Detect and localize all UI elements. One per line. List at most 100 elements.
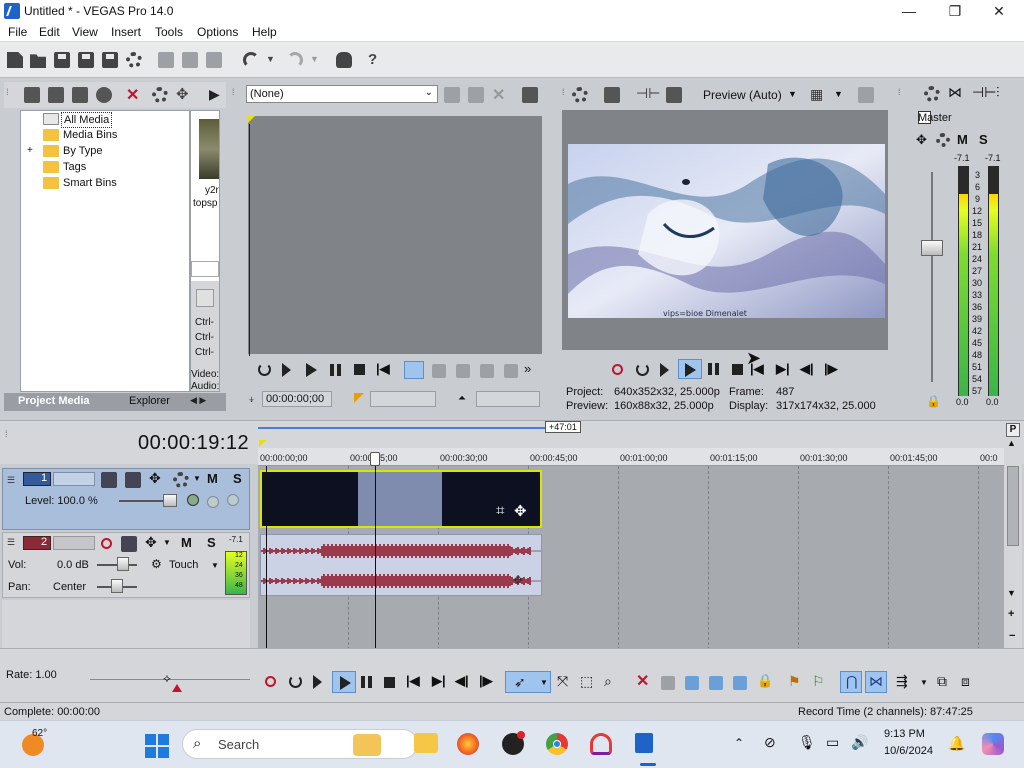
- next-frame-icon[interactable]: |▶: [824, 361, 838, 376]
- clear-trimmer-icon[interactable]: ✕: [492, 85, 508, 104]
- copy-snapshot-icon[interactable]: [858, 87, 874, 103]
- track2-solo-button[interactable]: S: [207, 535, 216, 550]
- firefox-icon[interactable]: [457, 733, 479, 755]
- event-fx-icon[interactable]: ✥: [514, 502, 527, 520]
- track-settings-gear-icon[interactable]: [173, 472, 189, 488]
- redo-icon[interactable]: [287, 52, 303, 68]
- trimmer-history-icon[interactable]: [468, 87, 484, 103]
- previous-frame-icon[interactable]: ◀|: [800, 361, 814, 376]
- show-hidden-icons-icon[interactable]: ⌃: [734, 736, 744, 750]
- menu-file[interactable]: File: [8, 25, 27, 39]
- tree-item-tags[interactable]: Tags: [61, 160, 88, 174]
- save-icon[interactable]: [54, 52, 70, 68]
- master-fader-handle[interactable]: [921, 240, 943, 256]
- expand-by-type-icon[interactable]: +: [27, 145, 33, 156]
- pause-icon[interactable]: [708, 363, 719, 375]
- undo-icon[interactable]: [243, 52, 259, 68]
- track-fx-icon[interactable]: ✥: [149, 470, 165, 486]
- downmix-icon[interactable]: ⋈: [948, 84, 964, 100]
- playhead-cursor[interactable]: [375, 452, 376, 652]
- master-settings-gear-icon[interactable]: [924, 86, 940, 102]
- track-input-icon[interactable]: [121, 536, 137, 552]
- stop-icon[interactable]: [384, 677, 395, 688]
- extract-audio-icon[interactable]: [96, 87, 112, 103]
- panel-grip-icon[interactable]: ⁞: [898, 87, 914, 103]
- track1-mute-button[interactable]: M: [207, 471, 218, 486]
- playhead-handle[interactable]: [370, 452, 380, 466]
- save-as-icon[interactable]: [78, 52, 94, 68]
- master-fx-icon[interactable]: ✥: [916, 132, 932, 148]
- play-button[interactable]: [332, 671, 356, 693]
- zoom-edit-tool-icon[interactable]: ⌕: [604, 673, 618, 689]
- fit-event-icon[interactable]: [480, 364, 494, 378]
- record-icon[interactable]: [265, 676, 276, 687]
- go-to-start-icon[interactable]: |◀: [406, 673, 420, 688]
- track-fx-icon[interactable]: ✥: [145, 534, 161, 550]
- tree-item-media-bins[interactable]: Media Bins: [61, 128, 119, 142]
- stop-icon[interactable]: [732, 364, 743, 375]
- redo-dropdown-icon[interactable]: ▼: [310, 54, 326, 70]
- overwrite-event-icon[interactable]: [456, 364, 470, 378]
- envelope-tool-icon[interactable]: ⤧: [557, 673, 571, 689]
- undo-dropdown-icon[interactable]: ▼: [266, 54, 282, 70]
- track-motion-icon[interactable]: [101, 472, 117, 488]
- tab-explorer[interactable]: Explorer: [129, 395, 170, 407]
- whats-this-help-icon[interactable]: ?: [368, 52, 384, 68]
- chevron-down-icon[interactable]: ▼: [788, 89, 797, 99]
- vol-slider-handle[interactable]: [117, 557, 129, 571]
- menu-edit[interactable]: Edit: [39, 25, 60, 39]
- chevron-down-icon[interactable]: ▼: [540, 678, 548, 687]
- zoom-out-vertical-icon[interactable]: −: [1009, 630, 1015, 642]
- track-name-field[interactable]: [53, 472, 95, 486]
- pan-slider-handle[interactable]: [111, 579, 123, 593]
- arm-record-icon[interactable]: [101, 538, 112, 549]
- loop-start-marker-icon[interactable]: [259, 440, 266, 447]
- audio-event-fx-icon[interactable]: ✥: [513, 573, 523, 587]
- media-properties-gear-icon[interactable]: [152, 87, 168, 103]
- trimmer-source-select[interactable]: (None) ⌄: [246, 85, 438, 103]
- zoom-in-vertical-icon[interactable]: +: [1008, 608, 1014, 620]
- maximize-button[interactable]: ❐: [932, 0, 978, 22]
- edit-tool-hand-icon[interactable]: [336, 52, 352, 68]
- lock-icon[interactable]: 🔒: [926, 394, 941, 408]
- menu-insert[interactable]: Insert: [111, 25, 141, 39]
- volume-icon[interactable]: 🔊: [851, 734, 868, 751]
- lock-events-icon[interactable]: ⧉: [937, 673, 951, 689]
- timeline-timecode[interactable]: 00:00:19:12: [138, 432, 249, 455]
- copy-icon[interactable]: [182, 52, 198, 68]
- pm-more-arrow-icon[interactable]: ▶: [209, 86, 225, 102]
- tab-project-media[interactable]: Project Media: [18, 395, 90, 407]
- audio-track-header[interactable]: ☰ 2 ✥ ▼ M S Vol: 0.0 dB ⚙ Touch ▼ Pan: C…: [2, 532, 250, 598]
- taskbar-search-box[interactable]: ⌕ Search: [182, 729, 418, 759]
- chevron-down-icon[interactable]: ▼: [163, 538, 171, 547]
- loop-playback-icon[interactable]: [289, 675, 302, 688]
- automation-gear-icon[interactable]: ⚙: [151, 557, 162, 571]
- go-to-start-icon[interactable]: |◀: [376, 361, 390, 376]
- in-point-icon[interactable]: [354, 393, 364, 403]
- previous-frame-icon[interactable]: ◀|: [455, 673, 469, 688]
- video-track-header[interactable]: ☰ 1 ✥ ▼ M S Level: 100.0 %: [2, 468, 250, 530]
- preview-fx-icon[interactable]: [666, 87, 682, 103]
- track-grip-icon[interactable]: ☰: [7, 537, 15, 548]
- tab-scroll-arrows-icon[interactable]: ◀ ▶: [190, 395, 206, 406]
- loop-playback-icon[interactable]: [258, 363, 271, 376]
- chevron-down-icon[interactable]: ▼: [920, 678, 928, 687]
- trim-start-icon[interactable]: [685, 676, 699, 690]
- play-from-start-icon[interactable]: [282, 363, 296, 377]
- import-media-icon[interactable]: [24, 87, 40, 103]
- properties-gear-icon[interactable]: [126, 52, 142, 68]
- overlays-grid-icon[interactable]: ▦: [810, 86, 823, 103]
- parent-mode-icon[interactable]: [207, 496, 219, 508]
- composite-mode-icon[interactable]: [187, 494, 199, 506]
- minimize-button[interactable]: —: [886, 0, 932, 22]
- rate-slider-handle[interactable]: ⟡: [163, 671, 171, 686]
- media-preview-icon[interactable]: [196, 289, 214, 307]
- lock-envelopes-icon[interactable]: 🔒: [757, 673, 773, 688]
- stop-icon[interactable]: [354, 364, 365, 375]
- trim-icon[interactable]: [661, 676, 675, 690]
- chevron-down-icon[interactable]: ▼: [193, 474, 201, 483]
- master-fx-gear-icon[interactable]: [936, 133, 950, 147]
- audio-event[interactable]: ✥: [260, 534, 542, 596]
- paste-icon[interactable]: [206, 52, 222, 68]
- track1-solo-button[interactable]: S: [233, 471, 242, 486]
